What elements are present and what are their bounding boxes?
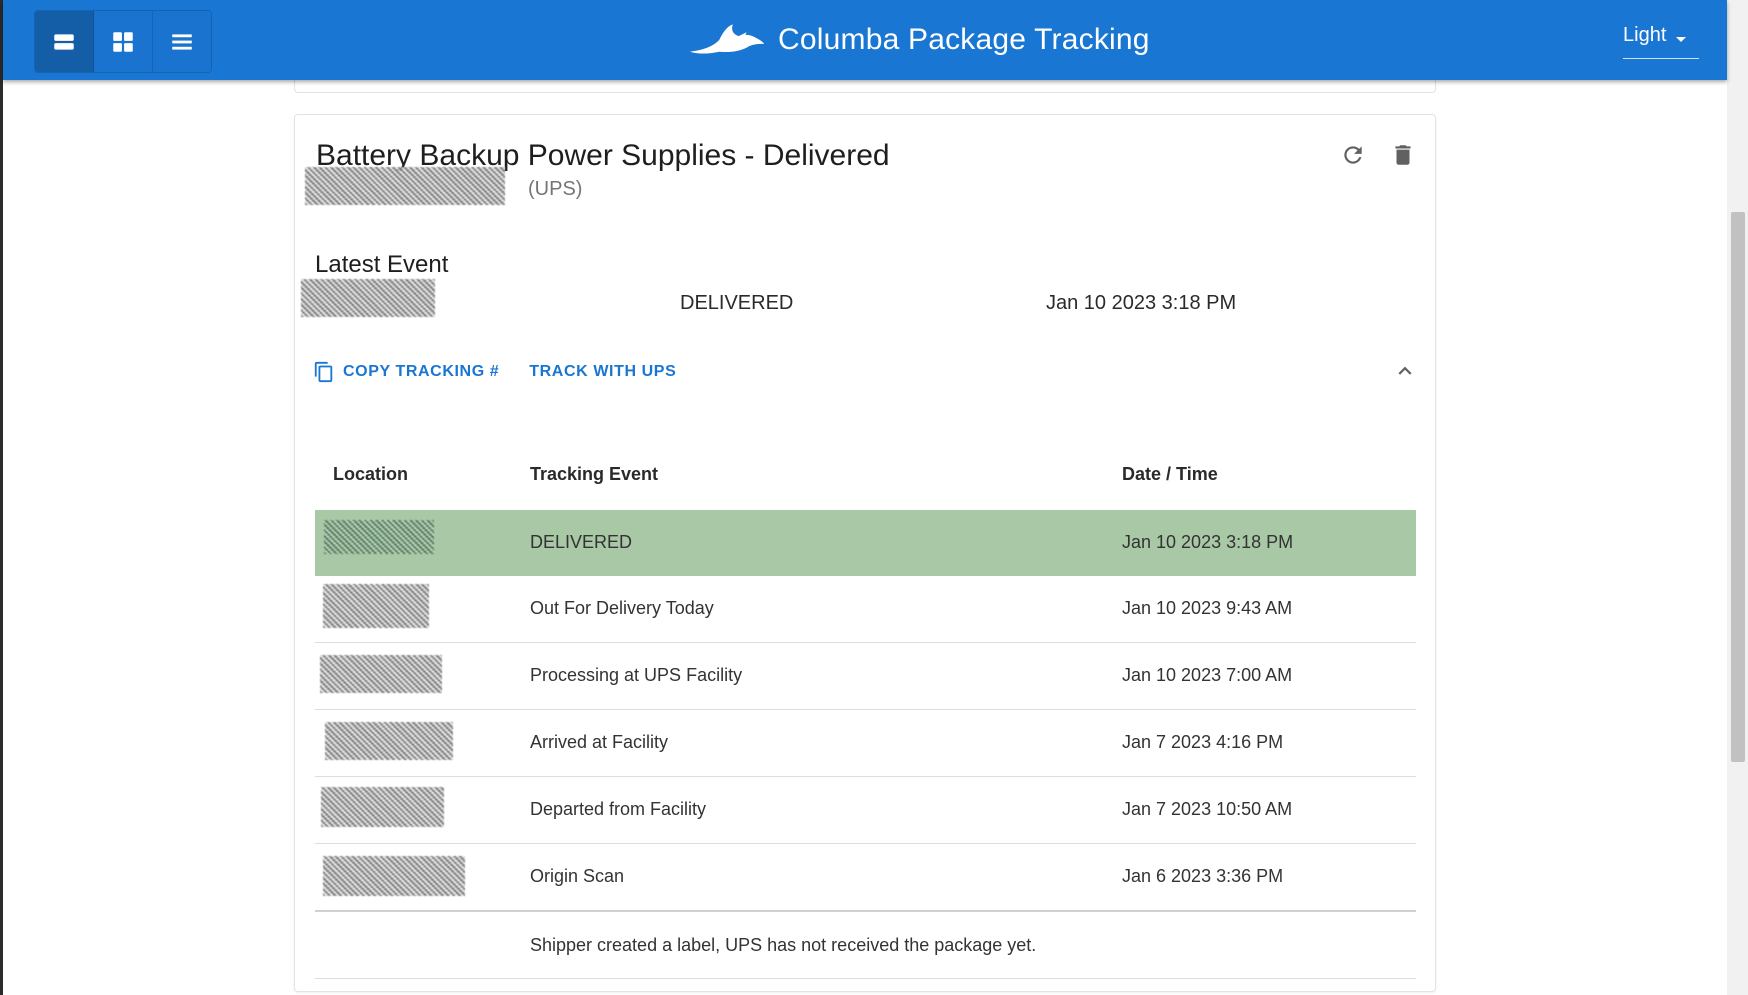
scrollbar-thumb[interactable] [1731, 212, 1745, 762]
card-actions [1339, 141, 1417, 169]
tracking-events-table: Location Tracking Event Date / Time DELI… [315, 393, 1416, 979]
header-datetime: Date / Time [1122, 464, 1218, 484]
refresh-icon [1344, 146, 1362, 164]
header-tracking-event: Tracking Event [530, 464, 659, 484]
datetime-cell: Jan 6 2023 3:36 PM [1122, 866, 1284, 886]
event-cell: DELIVERED [530, 532, 633, 552]
large-cards-view-button[interactable] [35, 11, 94, 72]
event-cell: Departed from Facility [530, 799, 707, 819]
grid-view-button[interactable] [94, 11, 153, 72]
event-cell: Arrived at Facility [530, 732, 669, 752]
table-row-note: Shipper created a label, UPS has not rec… [315, 912, 1416, 979]
redacted-latest-location [301, 279, 435, 317]
track-with-carrier-link[interactable]: TRACK WITH UPS [525, 357, 680, 387]
table-row: DELIVERED Jan 10 2023 3:18 PM [315, 510, 1416, 576]
app-title: Columba Package Tracking [778, 23, 1150, 56]
large-cards-icon [54, 33, 74, 50]
datetime-cell: Jan 10 2023 3:18 PM [1122, 532, 1294, 552]
theme-select[interactable]: Light [1623, 24, 1699, 59]
track-with-carrier-label: TRACK WITH UPS [529, 363, 677, 380]
copy-icon [314, 361, 333, 383]
carrier-label: (UPS) [528, 178, 583, 200]
table-row: Processing at UPS Facility Jan 10 2023 7… [315, 643, 1416, 710]
event-cell: Out For Delivery Today [530, 598, 714, 618]
event-cell: Origin Scan [530, 866, 625, 886]
trash-icon [1395, 145, 1411, 165]
collapse-events-button[interactable] [1391, 357, 1419, 385]
theme-select-value: Light [1623, 24, 1667, 46]
view-mode-toggle [34, 10, 212, 73]
browser-viewport: Columba Package Tracking Light Battery B… [0, 0, 1748, 995]
table-row: Out For Delivery Today Jan 10 2023 9:43 … [315, 576, 1416, 643]
table-row: Arrived at Facility Jan 7 2023 4:16 PM [315, 710, 1416, 777]
window-edge [0, 0, 3, 995]
redacted-location [321, 787, 444, 827]
brand: Columba Package Tracking [688, 18, 1150, 62]
redacted-location [323, 856, 465, 896]
header-location: Location [333, 464, 408, 484]
datetime-cell: Jan 10 2023 9:43 AM [1122, 598, 1293, 618]
copy-tracking-label: COPY TRACKING # [343, 363, 500, 380]
note-cell: Shipper created a label, UPS has not rec… [530, 935, 1037, 955]
delete-button[interactable] [1389, 141, 1417, 169]
table-row: Origin Scan Jan 6 2023 3:36 PM [315, 844, 1416, 912]
latest-event-heading: Latest Event [315, 251, 449, 278]
datetime-cell: Jan 7 2023 4:16 PM [1122, 732, 1284, 752]
list-icon [172, 33, 192, 50]
redacted-location [325, 722, 453, 760]
redacted-tracking-number [305, 167, 505, 205]
copy-tracking-button[interactable]: COPY TRACKING # [309, 355, 503, 389]
event-cell: Processing at UPS Facility [530, 665, 743, 685]
table-row: Departed from Facility Jan 7 2023 10:50 … [315, 777, 1416, 844]
redacted-location [320, 655, 442, 693]
latest-event-status: DELIVERED [680, 292, 794, 314]
redacted-location [323, 584, 429, 628]
caret-down-icon [1676, 37, 1687, 42]
dove-logo-icon [689, 24, 765, 54]
redacted-location [324, 520, 434, 554]
app-bar: Columba Package Tracking Light [3, 0, 1727, 80]
datetime-cell: Jan 7 2023 10:50 AM [1122, 799, 1293, 819]
grid-icon [113, 31, 133, 52]
package-card: Battery Backup Power Supplies - Delivere… [294, 114, 1436, 992]
chevron-up-icon [1398, 366, 1412, 375]
datetime-cell: Jan 10 2023 7:00 AM [1122, 665, 1293, 685]
tracking-actions: COPY TRACKING # TRACK WITH UPS [309, 355, 680, 389]
table-header: Location Tracking Event Date / Time [315, 393, 1416, 510]
latest-event-datetime: Jan 10 2023 3:18 PM [1046, 292, 1237, 314]
refresh-button[interactable] [1339, 141, 1367, 169]
list-view-button[interactable] [153, 11, 211, 72]
